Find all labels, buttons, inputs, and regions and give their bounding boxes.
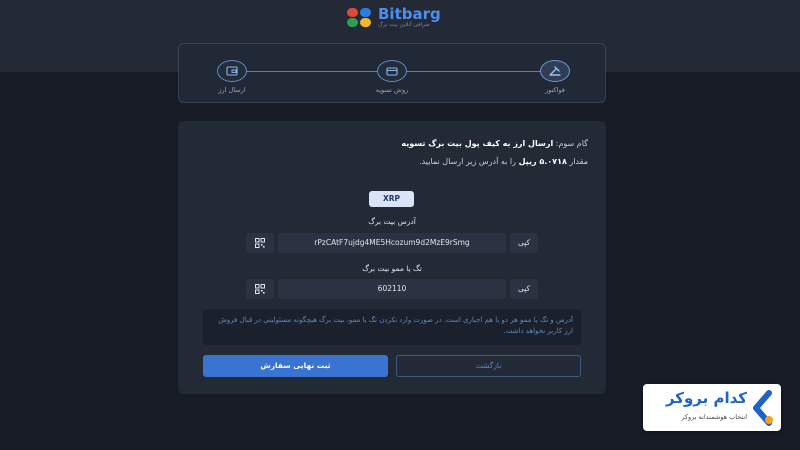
amount-instruction: مقدار ۵.۰۷۱۸ ریپل را به آدرس زیر ارسال ن… (419, 157, 588, 166)
amount-suffix: را به آدرس زیر ارسال نمایید. (419, 157, 517, 166)
step-label: فواکتور (545, 86, 565, 94)
broker-name: کدام بروکر (665, 389, 747, 407)
qr-code-icon (255, 238, 265, 248)
memo-warning: آدرس و تگ یا ممو هر دو با هم اجباری است.… (203, 309, 581, 345)
currency-badge: XRP (369, 191, 414, 207)
broker-watermark: کدام بروکر انتخاب هوشمندانه بروکر (643, 384, 781, 431)
address-label: آدرس بیت برگ (368, 217, 416, 226)
bitbarg-logo[interactable]: Bitbarg صرافی آنلاین بیت برگ (346, 7, 441, 29)
address-qr-button[interactable] (246, 233, 274, 253)
amount-prefix: مقدار (569, 157, 588, 166)
step-invoice: فواکتور (520, 60, 590, 94)
broker-tagline: انتخاب هوشمندانه بروکر (681, 413, 747, 421)
submit-order-button[interactable]: ثبت نهایی سفارش (203, 355, 388, 377)
hammer-icon (540, 60, 570, 82)
address-copy-button[interactable]: کپی (510, 233, 538, 253)
amount-value: ۵.۰۷۱۸ ریپل (518, 157, 567, 166)
logo-mark-icon (346, 8, 374, 28)
step-prefix: گام سوم: (555, 139, 588, 148)
step-settlement: روش تسویه (357, 60, 427, 94)
payment-card: گام سوم: ارسال ارز به کیف پول بیت برگ تس… (178, 121, 606, 394)
qr-code-icon (255, 284, 265, 294)
step-send-crypto: ارسال ارز (197, 60, 267, 94)
address-row: rPzCAtF7ujdg4ME5Hcozum9d2MzE9rSmg کپی (246, 233, 538, 253)
card-icon (377, 60, 407, 82)
logo-title: Bitbarg (378, 5, 441, 23)
broker-logo-icon (753, 390, 773, 426)
memo-value[interactable]: 602110 (278, 279, 506, 299)
progress-stepper: فواکتور روش تسویه ارسال ارز (178, 43, 606, 103)
memo-qr-button[interactable] (246, 279, 274, 299)
logo-tagline: صرافی آنلاین بیت برگ (378, 22, 430, 28)
step-label: روش تسویه (375, 86, 409, 94)
step-title: گام سوم: ارسال ارز به کیف پول بیت برگ تس… (401, 139, 588, 148)
memo-label: تگ یا ممو بیت برگ (362, 264, 422, 273)
step-title-text: ارسال ارز به کیف پول بیت برگ تسویه (401, 139, 554, 148)
address-value[interactable]: rPzCAtF7ujdg4ME5Hcozum9d2MzE9rSmg (278, 233, 506, 253)
step-label: ارسال ارز (218, 86, 246, 94)
wallet-icon (217, 60, 247, 82)
back-button[interactable]: بازگشت (396, 355, 581, 377)
memo-copy-button[interactable]: کپی (510, 279, 538, 299)
memo-row: 602110 کپی (246, 279, 538, 299)
